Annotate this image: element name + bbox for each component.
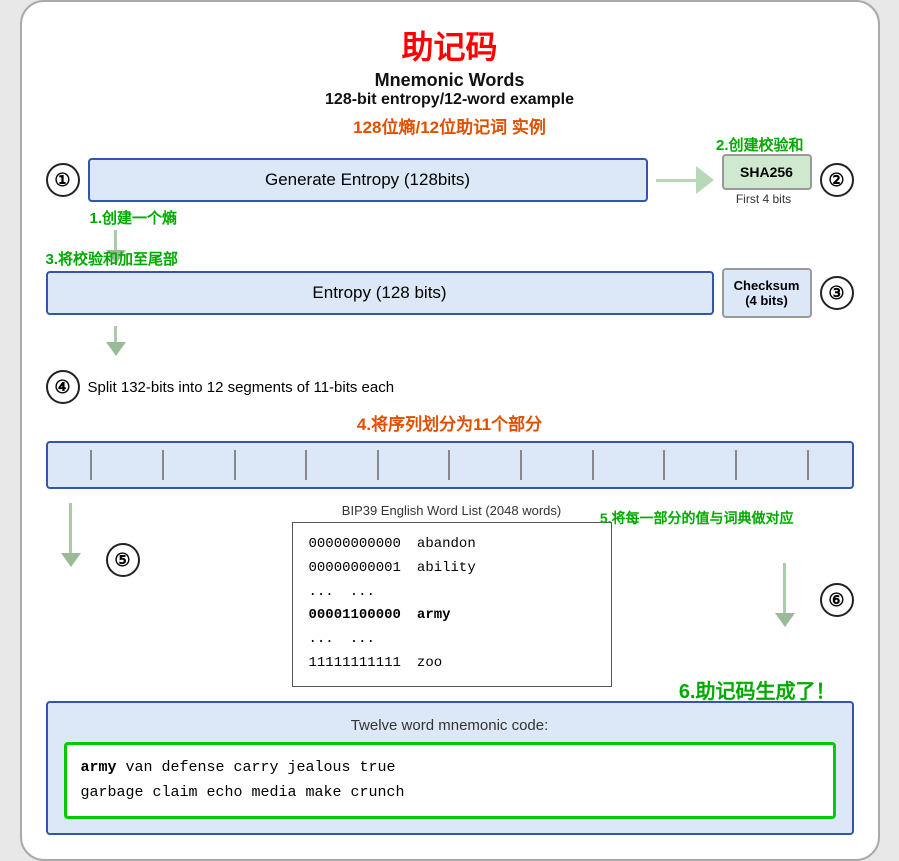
row-entropy-checksum: 3.将校验和加至尾部 Entropy (128 bits) Checksum(4…	[46, 268, 854, 318]
bits-strip	[46, 441, 854, 489]
title-en2: 128-bit entropy/12-word example	[46, 91, 854, 109]
divider-5	[377, 450, 379, 480]
sha256-box: SHA256	[722, 154, 812, 190]
step-1-circle: ①	[46, 163, 80, 197]
word-row-1: 00000000000 abandon	[309, 533, 595, 557]
word-row-dots2: ... ...	[309, 628, 595, 652]
label-1: 1.创建一个熵	[90, 207, 178, 228]
title-en1: Mnemonic Words	[46, 70, 854, 91]
divider-8	[592, 450, 594, 480]
row-wordlist: ⑤ BIP39 English Word List (2048 words) 0…	[46, 503, 854, 687]
row-mnemonic-output: 6.助记码生成了！ Twelve word mnemonic code: arm…	[46, 701, 854, 835]
word-2: ability	[417, 557, 476, 581]
step-5-circle: ⑤	[106, 543, 140, 577]
label-4-cn: 4.将序列划分为11个部分	[46, 410, 854, 435]
twelve-word-label: Twelve word mnemonic code:	[64, 717, 836, 734]
mnemonic-box: army van defense carry jealous true garb…	[64, 742, 836, 819]
word-row-army: 00001100000 army	[309, 604, 595, 628]
divider-10	[735, 450, 737, 480]
divider-6	[448, 450, 450, 480]
row-entropy-sha: 2.创建校验和 ① Generate Entropy (128bits) SHA…	[46, 154, 854, 206]
entropy-128-box: Entropy (128 bits)	[46, 271, 714, 315]
word-army: army	[417, 604, 451, 628]
label-2: 2.创建校验和	[716, 134, 804, 155]
divider-1	[90, 450, 92, 480]
divider-9	[663, 450, 665, 480]
word-row-2: 00000000001 ability	[309, 557, 595, 581]
mnemonic-line2: garbage claim echo media make crunch	[81, 784, 405, 801]
binary-army: 00001100000	[309, 604, 401, 628]
label-6-cn: 6.助记码生成了！	[679, 675, 836, 704]
word-dots1: ...	[350, 581, 375, 605]
step-6-circle: ⑥	[820, 583, 854, 617]
binary-1: 00000000000	[309, 533, 401, 557]
mnemonic-rest-line1: van defense carry jealous true	[117, 759, 396, 776]
label-3: 3.将校验和加至尾部	[46, 248, 179, 269]
word-row-zoo: 11111111111 zoo	[309, 652, 595, 676]
word-dots2: ...	[350, 628, 375, 652]
binary-zoo: 11111111111	[309, 652, 401, 676]
binary-dots2: ...	[309, 628, 334, 652]
entropy-generate-box: Generate Entropy (128bits)	[88, 158, 648, 202]
word-row-dots1: ... ...	[309, 581, 595, 605]
divider-7	[520, 450, 522, 480]
step-3-circle: ③	[820, 276, 854, 310]
word-1: abandon	[417, 533, 476, 557]
checksum-label: Checksum(4 bits)	[730, 278, 804, 308]
title-cn: 助记码	[46, 22, 854, 68]
step-2-circle: ②	[820, 163, 854, 197]
main-card: 助记码 Mnemonic Words 128-bit entropy/12-wo…	[20, 0, 880, 861]
divider-2	[162, 450, 164, 480]
checksum-box: Checksum(4 bits)	[722, 268, 812, 318]
split-description: Split 132-bits into 12 segments of 11-bi…	[88, 379, 395, 396]
mnemonic-word-bold: army	[81, 759, 117, 776]
word-list-container: BIP39 English Word List (2048 words) 000…	[154, 503, 750, 687]
row-split-desc: ④ Split 132-bits into 12 segments of 11-…	[46, 370, 854, 404]
binary-dots1: ...	[309, 581, 334, 605]
arrow-down-2	[46, 326, 854, 356]
divider-3	[234, 450, 236, 480]
label-5-cn: 5.将每一部分的值与词典做对应	[600, 508, 794, 528]
binary-2: 00000000001	[309, 557, 401, 581]
word-list-box: 00000000000 abandon 00000000001 ability …	[292, 522, 612, 687]
first4bits-label: First 4 bits	[736, 192, 791, 206]
divider-4	[305, 450, 307, 480]
word-zoo: zoo	[417, 652, 442, 676]
step-4-circle: ④	[46, 370, 80, 404]
sha256-label: SHA256	[730, 164, 804, 180]
divider-11	[807, 450, 809, 480]
